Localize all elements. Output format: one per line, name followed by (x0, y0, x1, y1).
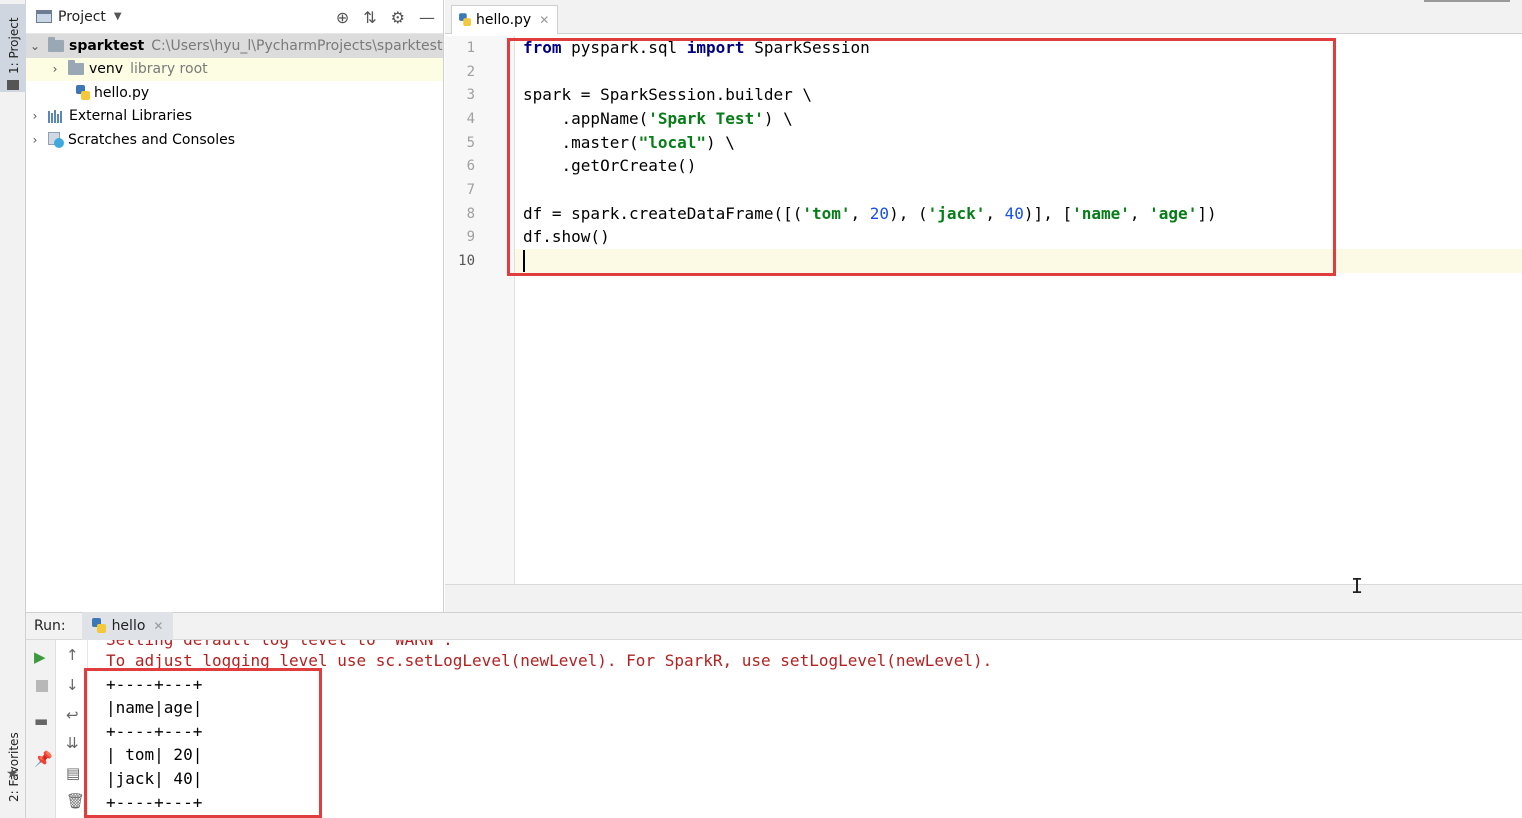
arrow-down-icon[interactable]: ↓ (66, 676, 79, 694)
run-toolbar-primary: ▶ ▬ 📌 (26, 640, 56, 818)
output-highlight-box (84, 668, 322, 818)
project-tool-tab-label: 1: Project (7, 17, 21, 74)
tree-item-label: venv (89, 61, 124, 78)
python-file-icon (76, 84, 90, 101)
arrow-up-icon[interactable]: ↑ (66, 646, 79, 664)
i-beam-cursor-icon: I (1351, 574, 1364, 598)
gear-icon[interactable]: ⚙ (391, 8, 405, 27)
stop-icon[interactable] (36, 680, 48, 692)
tree-item-label: sparktest (69, 37, 145, 54)
editor-area: hello.py ✕ 1 2 3 4 5 6 7 8 9 10 from pys… (445, 0, 1522, 612)
line-number: 3 (466, 87, 475, 103)
folder-icon (48, 36, 64, 52)
chevron-right-icon[interactable]: › (48, 62, 62, 76)
tree-item-label: Scratches and Consoles (68, 131, 235, 148)
trash-icon[interactable]: 🗑 (66, 792, 85, 810)
line-number-gutter: 1 2 3 4 5 6 7 8 9 10 (445, 36, 515, 584)
library-icon (48, 109, 64, 124)
chevron-right-icon[interactable]: › (28, 109, 42, 123)
project-view-selector[interactable]: Project (58, 9, 106, 25)
collapse-all-icon[interactable]: ⇅ (363, 8, 376, 27)
tab-label: hello.py (476, 12, 532, 28)
line-number: 8 (466, 206, 475, 222)
line-number: 5 (466, 135, 475, 151)
project-panel: Project ▼ ⊕ ⇅ ⚙ — ⌄ sparktest C:\Users\h… (26, 0, 444, 612)
tree-item-hello-py[interactable]: hello.py (26, 81, 443, 105)
project-panel-header: Project ▼ ⊕ ⇅ ⚙ — (26, 0, 443, 34)
tab-hello-py[interactable]: hello.py ✕ (451, 5, 559, 34)
close-icon[interactable]: ✕ (153, 619, 163, 633)
line-number: 4 (466, 111, 475, 127)
layout-icon[interactable]: ▬ (34, 712, 48, 730)
close-icon[interactable]: ✕ (539, 13, 549, 27)
chevron-down-icon[interactable]: ⌄ (28, 39, 42, 53)
project-folder-icon (7, 80, 19, 90)
python-file-icon (459, 13, 471, 27)
editor-tab-bar: hello.py ✕ (445, 0, 1522, 34)
star-icon: ★ (6, 766, 19, 782)
tree-item-note: library root (130, 61, 208, 78)
pin-icon[interactable]: 📌 (34, 750, 53, 768)
line-number: 1 (466, 40, 475, 56)
minimize-icon[interactable]: — (419, 8, 435, 27)
tree-item-label: External Libraries (69, 108, 192, 125)
run-tab-label: hello (111, 618, 146, 634)
tree-item-label: hello.py (94, 84, 150, 101)
favorites-tool-tab[interactable]: 2: Favorites ★ (0, 690, 26, 818)
scroll-to-end-icon[interactable]: ⇊ (66, 734, 79, 752)
tree-item-path: C:\Users\hyu_l\PycharmProjects\sparktest (151, 37, 443, 54)
python-run-icon (91, 618, 106, 634)
project-tool-tab[interactable]: 1: Project (0, 4, 26, 92)
project-header-tools: ⊕ ⇅ ⚙ — (336, 8, 435, 27)
left-tool-strip: 1: Project 2: Favorites ★ (0, 0, 26, 818)
scratches-icon (48, 131, 64, 148)
tree-item-sparktest[interactable]: ⌄ sparktest C:\Users\hyu_l\PycharmProjec… (26, 34, 443, 58)
locate-target-icon[interactable]: ⊕ (336, 8, 349, 27)
line-number: 10 (458, 253, 475, 269)
run-label: Run: (34, 618, 66, 634)
dropdown-arrow-icon[interactable]: ▼ (114, 11, 122, 22)
run-panel-header: Run: hello ✕ (26, 612, 1522, 640)
tabbar-divider (1424, 0, 1510, 2)
tree-item-venv[interactable]: › venv library root (26, 57, 443, 81)
project-window-icon (36, 10, 52, 23)
chevron-right-icon[interactable]: › (28, 133, 42, 147)
print-icon[interactable]: ▤ (66, 764, 80, 782)
tree-item-external-libraries[interactable]: › External Libraries (26, 105, 443, 129)
run-tab-hello[interactable]: hello ✕ (81, 612, 174, 640)
soft-wrap-icon[interactable]: ↩ (66, 706, 79, 724)
folder-icon (68, 60, 84, 76)
code-highlight-box (507, 38, 1336, 276)
tree-item-scratches[interactable]: › Scratches and Consoles (26, 128, 443, 152)
line-number: 9 (466, 229, 475, 245)
line-number: 2 (466, 64, 475, 80)
line-number: 6 (466, 158, 475, 174)
line-number: 7 (466, 182, 475, 198)
rerun-play-icon[interactable]: ▶ (34, 648, 46, 666)
